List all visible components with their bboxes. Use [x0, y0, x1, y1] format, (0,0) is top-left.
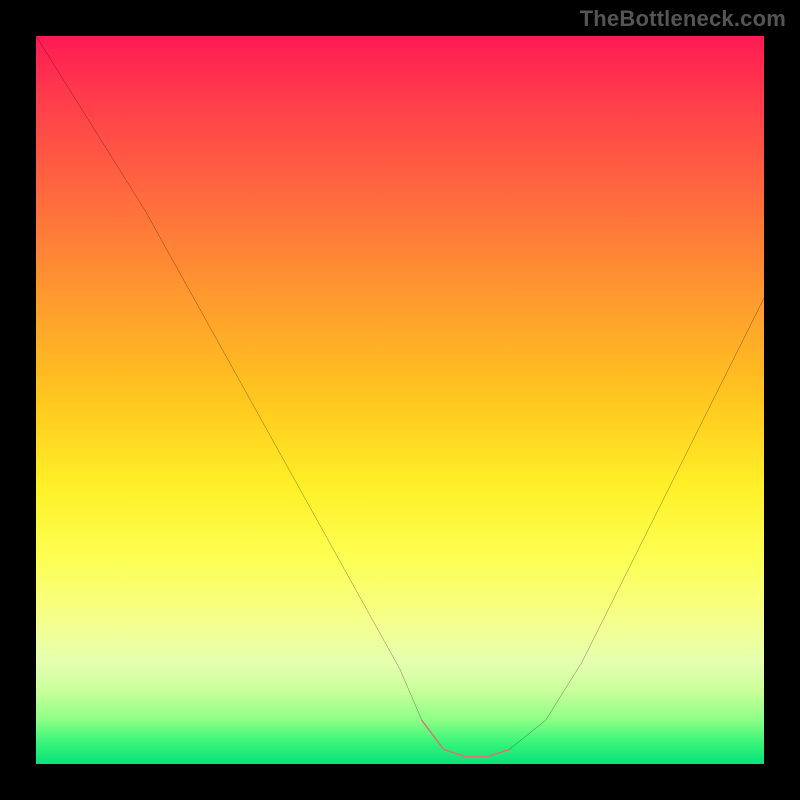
bottleneck-curve-svg [36, 36, 764, 764]
chart-frame: TheBottleneck.com [0, 0, 800, 800]
bottleneck-curve [36, 36, 764, 757]
highlight-segment [422, 720, 509, 756]
watermark-text: TheBottleneck.com [580, 6, 786, 32]
curve-group [36, 36, 764, 757]
plot-area [36, 36, 764, 764]
